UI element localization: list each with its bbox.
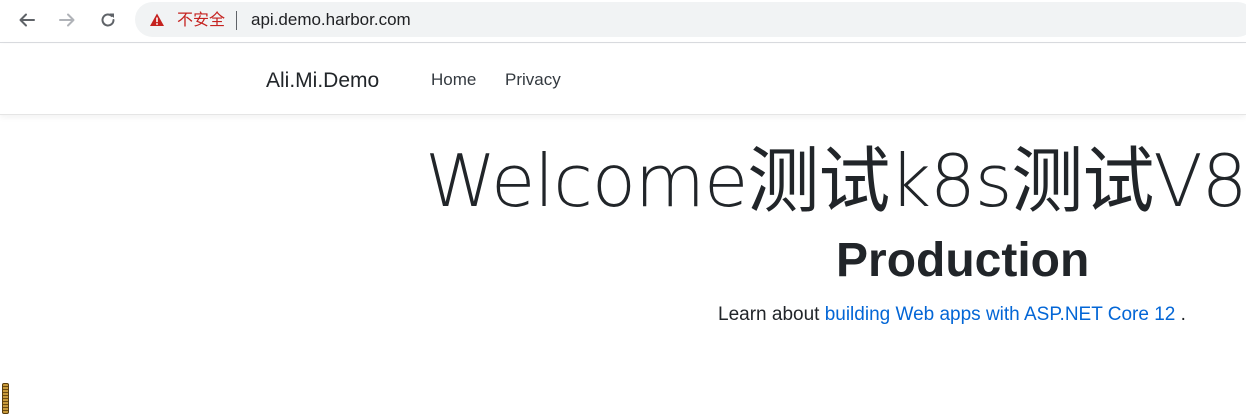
arrow-right-icon — [59, 13, 75, 27]
scrollbar-thumb[interactable] — [2, 383, 9, 414]
browser-toolbar: 不安全 api.demo.harbor.com — [0, 0, 1246, 43]
reload-button[interactable] — [94, 6, 122, 34]
learn-suffix: . — [1175, 304, 1186, 325]
url-text[interactable]: api.demo.harbor.com — [251, 9, 411, 31]
learn-prefix: Learn about — [718, 304, 825, 325]
site-navbar: Ali.Mi.Demo Home Privacy — [0, 44, 1246, 115]
environment-title: Production — [836, 234, 1090, 287]
welcome-heading: Welcome测试k8s测试V8版本 — [425, 139, 1246, 223]
arrow-left-icon — [19, 13, 35, 27]
warning-triangle-icon[interactable] — [149, 12, 165, 28]
security-status-label[interactable]: 不安全 — [177, 10, 225, 30]
learn-text: Learn about building Web apps with ASP.N… — [718, 303, 1186, 327]
navbar-brand[interactable]: Ali.Mi.Demo — [266, 68, 379, 94]
nav-link-home[interactable]: Home — [431, 69, 476, 91]
back-button[interactable] — [13, 6, 41, 34]
reload-icon — [101, 13, 115, 27]
forward-button[interactable] — [53, 6, 81, 34]
address-bar[interactable]: 不安全 api.demo.harbor.com — [135, 2, 1246, 37]
aspnet-docs-link[interactable]: building Web apps with ASP.NET Core 12 — [825, 304, 1176, 325]
nav-link-privacy[interactable]: Privacy — [505, 69, 561, 91]
omnibox-separator — [236, 11, 237, 30]
main-content: Welcome测试k8s测试V8版本 Production Learn abou… — [0, 116, 1246, 414]
